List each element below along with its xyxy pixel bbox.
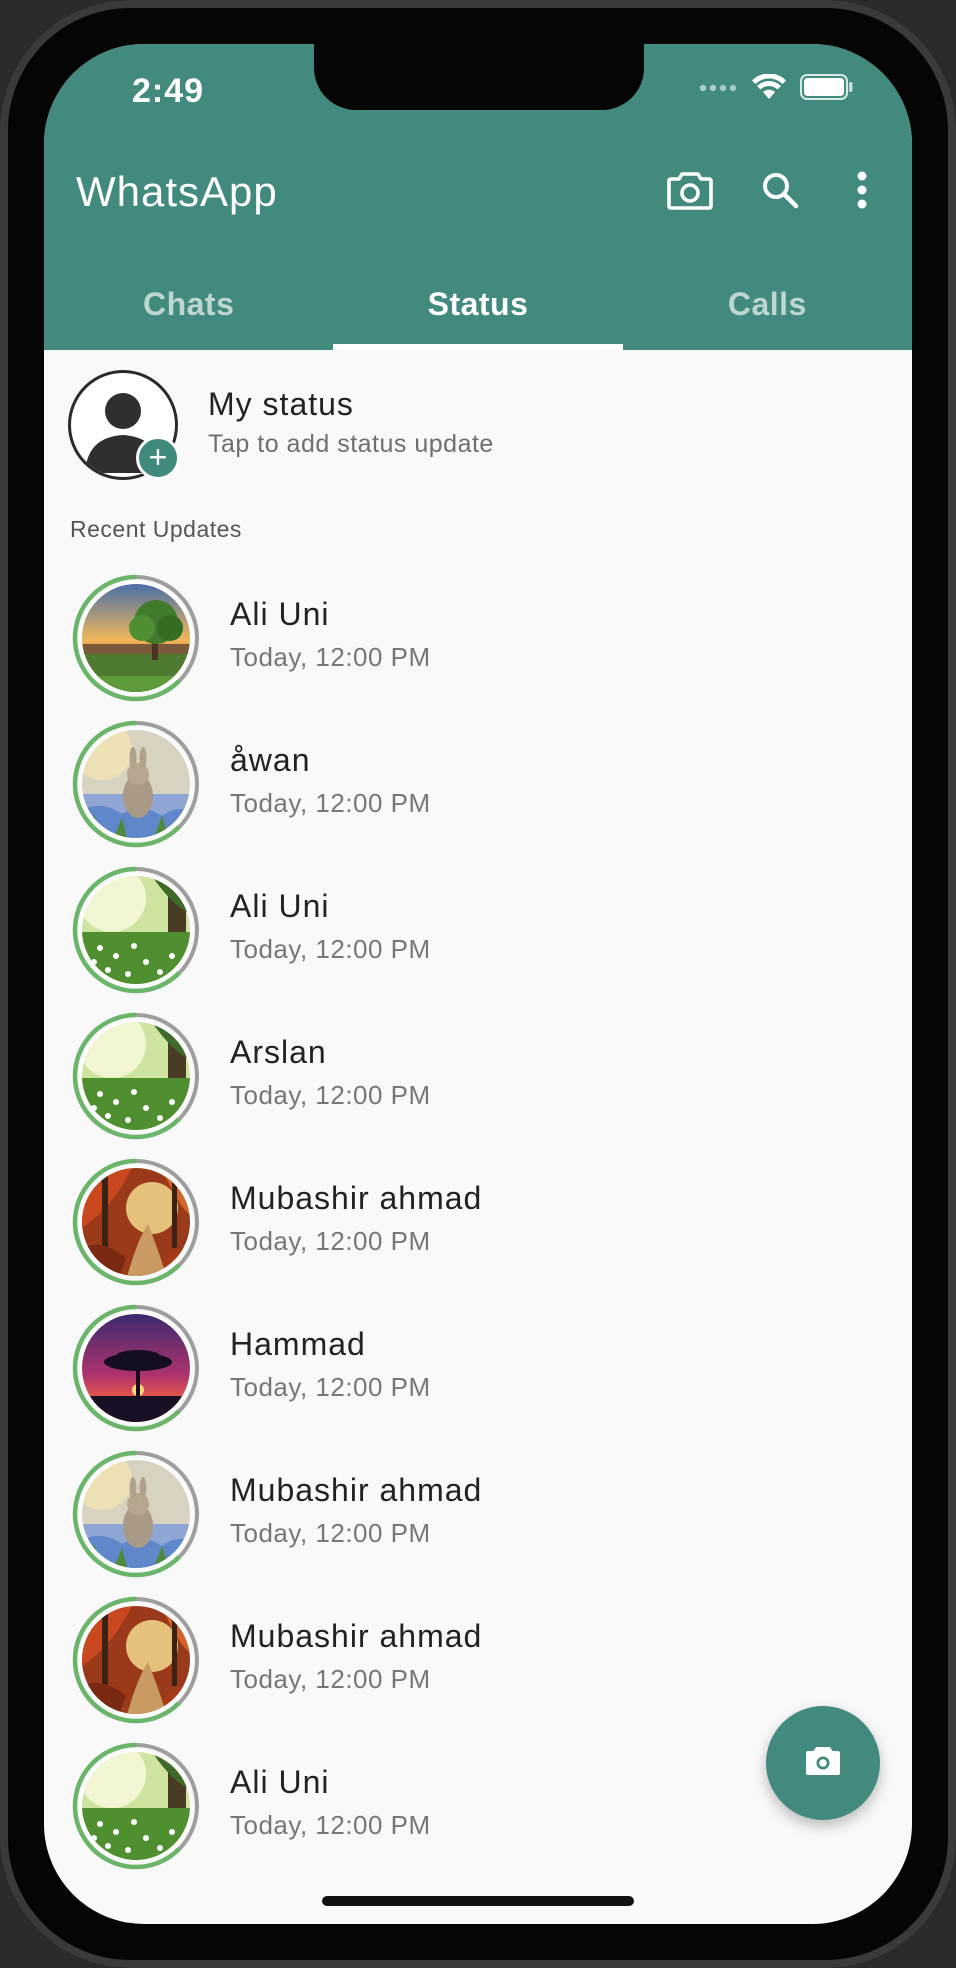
status-thumbnail: [80, 874, 192, 986]
status-list: Ali Uni Today, 12:00 PM åwan Today, 12:0…: [44, 574, 912, 1888]
app-title: WhatsApp: [76, 168, 278, 215]
status-thumbnail: [80, 728, 192, 840]
camera-button[interactable]: [660, 162, 720, 222]
status-time: Today, 12:00 PM: [230, 1664, 431, 1694]
status-thumbnail: [80, 1166, 192, 1278]
contact-name: Ali Uni: [230, 1764, 330, 1800]
status-thumbnail: [80, 1750, 192, 1862]
contact-name: Arslan: [230, 1034, 327, 1070]
status-time: Today, 12:00 PM: [230, 1518, 431, 1548]
home-indicator: [322, 1896, 634, 1906]
status-time: Today, 12:00 PM: [230, 642, 431, 672]
tab-calls[interactable]: Calls: [623, 274, 912, 350]
contact-name: Mubashir ahmad: [230, 1618, 483, 1654]
my-status-title: My status: [208, 386, 354, 422]
status-time: Today, 12:00 PM: [230, 1810, 431, 1840]
search-icon: [760, 170, 800, 215]
status-update-row[interactable]: Hammad Today, 12:00 PM: [44, 1304, 912, 1450]
contact-name: Hammad: [230, 1326, 366, 1362]
status-update-row[interactable]: Ali Uni Today, 12:00 PM: [44, 866, 912, 1012]
my-status-subtitle: Tap to add status update: [208, 430, 494, 458]
status-update-row[interactable]: Mubashir ahmad Today, 12:00 PM: [44, 1450, 912, 1596]
status-update-row[interactable]: åwan Today, 12:00 PM: [44, 720, 912, 866]
more-options-button[interactable]: [832, 162, 892, 222]
add-status-icon[interactable]: +: [136, 436, 180, 480]
phone-frame: 2:49 WhatsApp Chats Status Calls + My st…: [0, 0, 956, 1968]
contact-name: Mubashir ahmad: [230, 1472, 483, 1508]
status-time: Today, 12:00 PM: [230, 1080, 431, 1110]
signal-icon: [698, 81, 738, 99]
status-update-row[interactable]: Mubashir ahmad Today, 12:00 PM: [44, 1596, 912, 1742]
status-update-row[interactable]: Mubashir ahmad Today, 12:00 PM: [44, 1158, 912, 1304]
status-content: + My status Tap to add status update Rec…: [44, 350, 912, 1924]
screen: 2:49 WhatsApp Chats Status Calls + My st…: [44, 44, 912, 1924]
status-thumbnail: [80, 1312, 192, 1424]
camera-fab[interactable]: [766, 1706, 880, 1820]
contact-name: Ali Uni: [230, 596, 330, 632]
tab-chats[interactable]: Chats: [44, 274, 333, 350]
wifi-icon: [752, 73, 786, 105]
search-button[interactable]: [750, 162, 810, 222]
more-vert-icon: [855, 170, 869, 215]
status-update-row[interactable]: Ali Uni Today, 12:00 PM: [44, 574, 912, 720]
my-status-row[interactable]: + My status Tap to add status update: [44, 350, 912, 490]
status-bar-icons: [698, 73, 854, 105]
contact-name: Mubashir ahmad: [230, 1180, 483, 1216]
recent-updates-label: Recent Updates: [70, 516, 242, 542]
status-thumbnail: [80, 1458, 192, 1570]
status-time: Today, 12:00 PM: [230, 1372, 431, 1402]
status-bar-time: 2:49: [132, 72, 205, 110]
status-thumbnail: [80, 1020, 192, 1132]
status-time: Today, 12:00 PM: [230, 788, 431, 818]
contact-name: åwan: [230, 742, 311, 778]
status-thumbnail: [80, 582, 192, 694]
app-bar: 2:49 WhatsApp Chats Status Calls: [44, 44, 912, 350]
status-thumbnail: [80, 1604, 192, 1716]
status-time: Today, 12:00 PM: [230, 1226, 431, 1256]
camera-icon: [667, 170, 713, 215]
contact-name: Ali Uni: [230, 888, 330, 924]
notch: [314, 44, 644, 110]
battery-icon: [800, 74, 854, 105]
status-time: Today, 12:00 PM: [230, 934, 431, 964]
tab-status[interactable]: Status: [333, 274, 623, 350]
camera-icon: [805, 1746, 841, 1781]
status-update-row[interactable]: Arslan Today, 12:00 PM: [44, 1012, 912, 1158]
tab-bar: Chats Status Calls: [44, 274, 912, 350]
